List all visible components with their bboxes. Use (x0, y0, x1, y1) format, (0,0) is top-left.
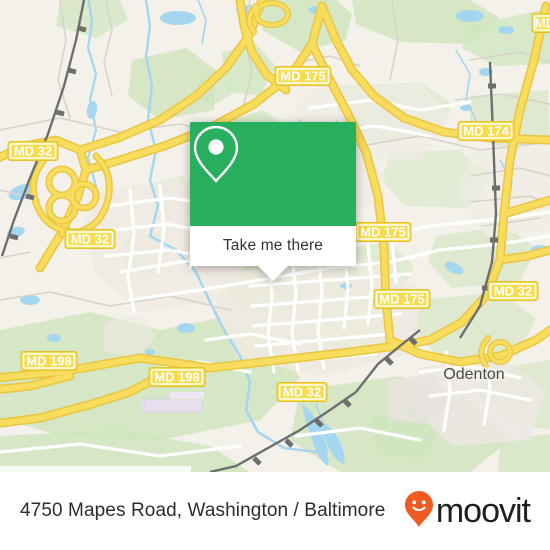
take-me-there-card[interactable]: Take me there (190, 122, 356, 281)
highway-shield: MD 174 (457, 121, 515, 141)
card-pin-area (190, 122, 356, 226)
highway-shield-label: MD 198 (26, 354, 72, 369)
map-place-labels: Odenton (442, 365, 506, 385)
highway-shield: MD 198 (148, 367, 206, 387)
highway-shield: MD (531, 13, 550, 33)
highway-shield-label: MD 32 (71, 232, 109, 247)
map-canvas[interactable]: Odenton MD 175 MD 32 MD 174 MD 32 MD 175 MD 1… (0, 0, 550, 472)
card-action-area[interactable]: Take me there (190, 226, 356, 266)
place-label: Odenton (443, 366, 504, 383)
highway-shield-label: MD 174 (463, 124, 509, 139)
highway-shield-label: MD 175 (280, 69, 326, 84)
highway-shield: MD 198 (20, 351, 78, 371)
highway-shield: MD 32 (276, 382, 328, 402)
card-pointer-tail (258, 266, 288, 281)
highway-shield-label: MD 32 (494, 284, 532, 299)
moovit-smiley-pin-icon (404, 490, 434, 533)
moovit-map-screen: Odenton MD 175 MD 32 MD 174 MD 32 MD 175 MD 1… (0, 0, 550, 550)
moovit-logo[interactable]: moovit (404, 490, 531, 533)
highway-shield: MD 32 (64, 229, 116, 249)
highway-shield-label: MD 175 (360, 225, 406, 240)
highway-shield-label: MD 32 (14, 144, 52, 159)
highway-shield: MD 175 (354, 222, 412, 242)
highway-shield: MD 175 (274, 66, 332, 86)
highway-shield: MD 32 (487, 281, 539, 301)
moovit-wordmark: moovit (435, 492, 531, 530)
highway-shield-label: MD 32 (283, 385, 321, 400)
highway-shield: MD 32 (7, 141, 59, 161)
highway-shield: MD 175 (373, 289, 431, 309)
highway-shield-label: MD (535, 16, 550, 31)
highway-shield-label: MD 175 (379, 292, 425, 307)
footer-bar: Odenton MD 175MD 32MD 174MD 32MD 175MD 1… (0, 472, 550, 550)
take-me-there-label: Take me there (222, 237, 324, 254)
address-title: 4750 Mapes Road, Washington / Baltimore (20, 500, 386, 521)
highway-shield-label: MD 198 (154, 370, 200, 385)
